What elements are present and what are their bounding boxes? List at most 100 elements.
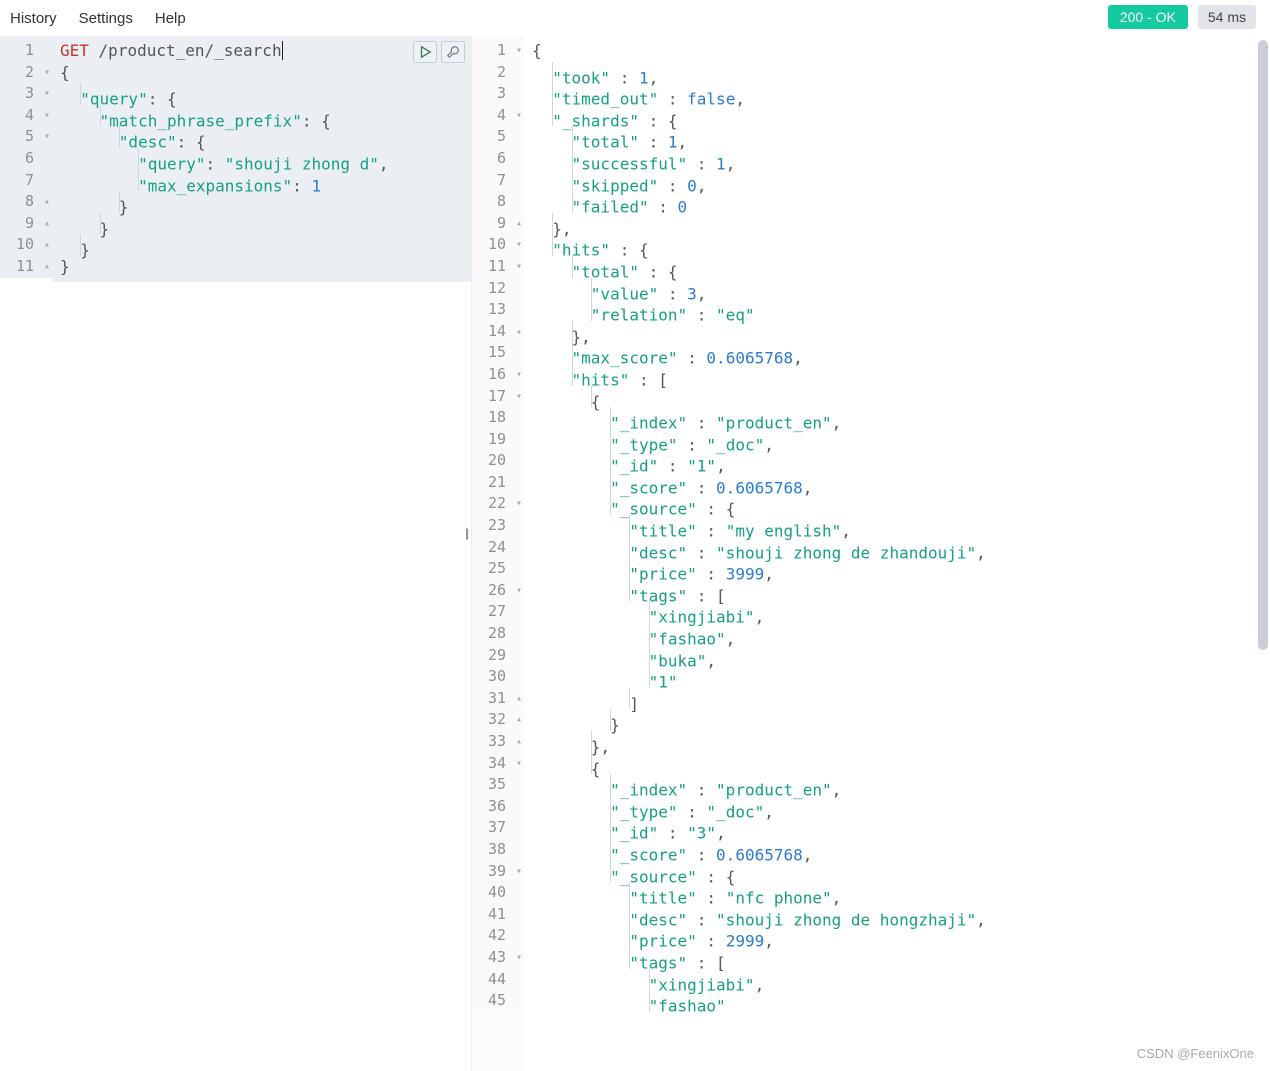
line-number: 26 <box>472 580 524 602</box>
code-line[interactable]: "total" : { <box>532 256 1262 278</box>
code-line[interactable]: "xingjiabi", <box>532 601 1262 623</box>
code-line[interactable]: "_type" : "_doc", <box>532 429 1262 451</box>
code-line[interactable]: "successful" : 1, <box>532 148 1262 170</box>
code-line[interactable]: "total" : 1, <box>532 126 1262 148</box>
watermark: CSDN @FeenixOne <box>1137 1046 1254 1061</box>
code-line[interactable]: "desc" : "shouji zhong de hongzhaji", <box>532 904 1262 926</box>
code-line[interactable]: "match_phrase_prefix": { <box>60 105 463 127</box>
code-line[interactable]: "_source" : { <box>532 861 1262 883</box>
line-number: 1 <box>0 40 52 62</box>
code-line[interactable]: "_type" : "_doc", <box>532 796 1262 818</box>
line-number: 22 <box>472 493 524 515</box>
code-line[interactable]: "tags" : [ <box>532 580 1262 602</box>
code-line[interactable]: GET /product_en/_search <box>60 40 463 62</box>
code-line[interactable]: "_shards" : { <box>532 105 1262 127</box>
line-number: 29 <box>472 645 524 667</box>
request-editor[interactable]: 1234567891011 GET /product_en/_search{ "… <box>0 36 472 1071</box>
pane-splitter[interactable]: || <box>465 526 467 540</box>
code-line[interactable]: "buka", <box>532 645 1262 667</box>
menu-history[interactable]: History <box>10 10 57 27</box>
line-number: 19 <box>472 429 524 451</box>
code-line[interactable]: "_index" : "product_en", <box>532 407 1262 429</box>
line-number: 20 <box>472 450 524 472</box>
code-line[interactable]: "value" : 3, <box>532 278 1262 300</box>
line-number: 30 <box>472 666 524 688</box>
response-code[interactable]: { "took" : 1, "timed_out" : false, "_sha… <box>524 36 1270 1016</box>
code-line[interactable]: "_id" : "3", <box>532 817 1262 839</box>
code-line[interactable]: "relation" : "eq" <box>532 299 1262 321</box>
line-number: 5 <box>0 126 52 148</box>
line-number: 6 <box>472 148 524 170</box>
code-line[interactable]: "failed" : 0 <box>532 191 1262 213</box>
line-number: 44 <box>472 969 524 991</box>
line-number: 28 <box>472 623 524 645</box>
line-number: 5 <box>472 126 524 148</box>
line-number: 39 <box>472 861 524 883</box>
code-line[interactable]: { <box>532 40 1262 62</box>
scrollbar-thumb[interactable] <box>1258 40 1268 650</box>
code-line[interactable]: "_index" : "product_en", <box>532 774 1262 796</box>
line-number: 12 <box>472 278 524 300</box>
line-number: 34 <box>472 753 524 775</box>
code-line[interactable]: } <box>532 709 1262 731</box>
line-number: 7 <box>472 170 524 192</box>
code-line[interactable]: "title" : "nfc phone", <box>532 882 1262 904</box>
code-line[interactable]: "1" <box>532 666 1262 688</box>
line-number: 10 <box>472 234 524 256</box>
request-code[interactable]: GET /product_en/_search{ "query": { "mat… <box>52 36 471 282</box>
menu-settings[interactable]: Settings <box>79 10 133 27</box>
line-number: 16 <box>472 364 524 386</box>
line-number: 45 <box>472 990 524 1012</box>
code-line[interactable]: "_source" : { <box>532 493 1262 515</box>
code-line[interactable]: "fashao" <box>532 990 1262 1012</box>
code-line[interactable]: "title" : "my english", <box>532 515 1262 537</box>
line-number: 37 <box>472 817 524 839</box>
line-number: 10 <box>0 234 52 256</box>
line-number: 13 <box>472 299 524 321</box>
code-line[interactable]: "max_expansions": 1 <box>60 170 463 192</box>
code-line[interactable]: "tags" : [ <box>532 947 1262 969</box>
line-number: 43 <box>472 947 524 969</box>
status-badge-ok: 200 - OK <box>1108 5 1188 29</box>
code-line[interactable]: "_score" : 0.6065768, <box>532 472 1262 494</box>
line-number: 3 <box>0 83 52 105</box>
line-number: 25 <box>472 558 524 580</box>
line-number: 1 <box>472 40 524 62</box>
code-line[interactable]: "desc" : "shouji zhong de zhandouji", <box>532 537 1262 559</box>
code-line[interactable]: "max_score" : 0.6065768, <box>532 342 1262 364</box>
code-line[interactable]: "hits" : [ <box>532 364 1262 386</box>
code-line[interactable]: "hits" : { <box>532 234 1262 256</box>
code-line[interactable]: } <box>60 234 463 256</box>
code-line[interactable]: "took" : 1, <box>532 62 1262 84</box>
status-badge-time: 54 ms <box>1198 5 1256 29</box>
line-number: 7 <box>0 170 52 192</box>
line-number: 3 <box>472 83 524 105</box>
code-line[interactable]: }, <box>532 731 1262 753</box>
line-number: 9 <box>0 213 52 235</box>
run-button[interactable] <box>413 41 437 63</box>
code-line[interactable]: "skipped" : 0, <box>532 170 1262 192</box>
code-line[interactable]: { <box>532 753 1262 775</box>
line-number: 14 <box>472 321 524 343</box>
line-number: 8 <box>0 191 52 213</box>
code-line[interactable]: "fashao", <box>532 623 1262 645</box>
code-line[interactable]: { <box>60 62 463 84</box>
code-line[interactable]: "xingjiabi", <box>532 969 1262 991</box>
line-number: 36 <box>472 796 524 818</box>
play-icon <box>418 45 432 59</box>
menu-help[interactable]: Help <box>155 10 186 27</box>
wrench-button[interactable] <box>441 41 465 63</box>
line-number: 31 <box>472 688 524 710</box>
code-line[interactable]: "_id" : "1", <box>532 450 1262 472</box>
line-number: 11 <box>472 256 524 278</box>
code-line[interactable]: } <box>60 256 463 278</box>
line-number: 35 <box>472 774 524 796</box>
line-number: 9 <box>472 213 524 235</box>
line-number: 2 <box>472 62 524 84</box>
code-line[interactable]: "query": { <box>60 83 463 105</box>
line-number: 33 <box>472 731 524 753</box>
menubar: History Settings Help 200 - OK 54 ms <box>0 0 1270 36</box>
code-line[interactable]: "query": "shouji zhong d", <box>60 148 463 170</box>
code-line[interactable]: "timed_out" : false, <box>532 83 1262 105</box>
code-line[interactable]: "_score" : 0.6065768, <box>532 839 1262 861</box>
